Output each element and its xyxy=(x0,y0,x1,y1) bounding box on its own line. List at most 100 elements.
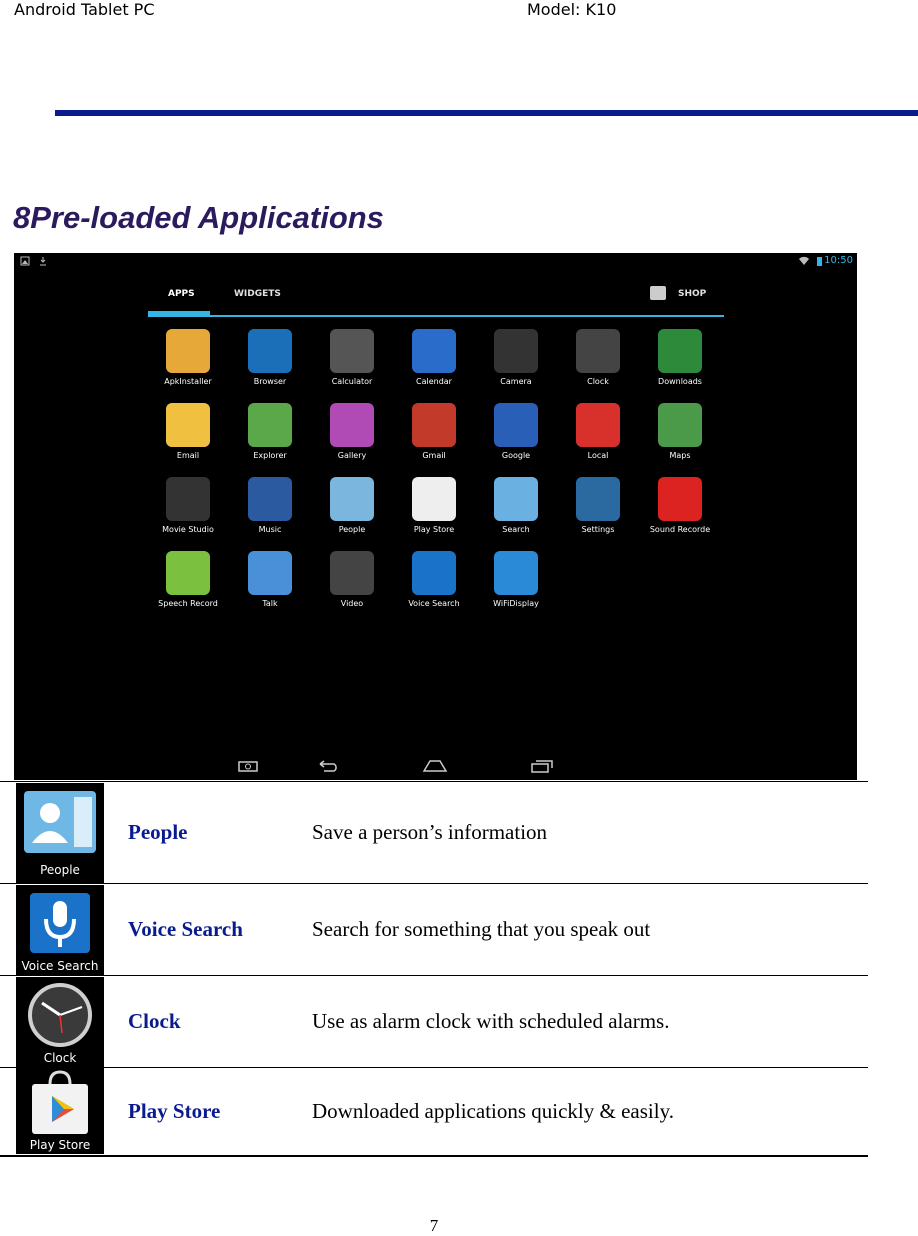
app-email[interactable]: Email xyxy=(148,403,228,460)
app-label: Sound Recorde xyxy=(649,525,711,534)
explorer-icon xyxy=(248,403,292,447)
app-gmail[interactable]: Gmail xyxy=(394,403,474,460)
app-label: Music xyxy=(258,525,282,534)
app-music[interactable]: Music xyxy=(230,477,310,534)
app-label: Camera xyxy=(500,377,532,386)
app-label: WiFiDisplay xyxy=(493,599,539,608)
app-people[interactable]: People xyxy=(312,477,392,534)
app-label: Maps xyxy=(669,451,691,460)
camera-icon xyxy=(494,329,538,373)
recent-apps-icon[interactable] xyxy=(530,759,554,773)
video-icon xyxy=(330,551,374,595)
picture-notification-icon xyxy=(20,256,30,266)
wifi-icon xyxy=(799,256,809,265)
table-row: People People Save a person’s informatio… xyxy=(0,781,868,884)
app-label: ApkInstaller xyxy=(164,377,212,386)
status-bar: 10:50 xyxy=(14,253,857,271)
app-play-store[interactable]: Play Store xyxy=(394,477,474,534)
app-video[interactable]: Video xyxy=(312,551,392,608)
app-description: Downloaded applications quickly & easily… xyxy=(312,1067,868,1157)
app-label: Downloads xyxy=(658,377,702,386)
app-local[interactable]: Local xyxy=(558,403,638,460)
talk-icon xyxy=(248,551,292,595)
people-icon xyxy=(330,477,374,521)
play-store-app-icon: Play Store xyxy=(16,1068,104,1155)
app-sound-recorde[interactable]: Sound Recorde xyxy=(640,477,720,534)
app-wifidisplay[interactable]: WiFiDisplay xyxy=(476,551,556,608)
app-label: Gallery xyxy=(337,451,367,460)
screenshot-icon[interactable] xyxy=(238,759,264,773)
app-movie-studio[interactable]: Movie Studio xyxy=(148,477,228,534)
local-icon xyxy=(576,403,620,447)
app-apkinstaller[interactable]: ApkInstaller xyxy=(148,329,228,386)
app-google[interactable]: Google xyxy=(476,403,556,460)
app-clock[interactable]: Clock xyxy=(558,329,638,386)
gallery-icon xyxy=(330,403,374,447)
download-notification-icon xyxy=(40,257,46,266)
app-name-play-store: Play Store xyxy=(104,1067,312,1157)
movie-studio-icon xyxy=(166,477,210,521)
app-downloads[interactable]: Downloads xyxy=(640,329,720,386)
app-browser[interactable]: Browser xyxy=(230,329,310,386)
app-maps[interactable]: Maps xyxy=(640,403,720,460)
header-product: Android Tablet PC xyxy=(14,0,155,19)
people-app-icon: People xyxy=(16,782,104,883)
app-description: Save a person’s information xyxy=(312,781,868,884)
google-icon xyxy=(494,403,538,447)
app-label: Calculator xyxy=(331,377,373,386)
active-tab-indicator xyxy=(148,311,210,315)
shop-bag-icon[interactable] xyxy=(650,286,666,300)
status-clock: 10:50 xyxy=(824,255,853,266)
microphone-icon xyxy=(30,892,90,953)
apkinstaller-icon xyxy=(166,329,210,373)
app-explorer[interactable]: Explorer xyxy=(230,403,310,460)
app-talk[interactable]: Talk xyxy=(230,551,310,608)
app-label: Calendar xyxy=(416,377,452,386)
gmail-icon xyxy=(412,403,456,447)
voice-search-app-icon: Voice Search xyxy=(16,884,104,975)
email-icon xyxy=(166,403,210,447)
calendar-icon xyxy=(412,329,456,373)
music-icon xyxy=(248,477,292,521)
app-label: Voice Search xyxy=(408,599,460,608)
clock-icon xyxy=(576,329,620,373)
sound-recorde-icon xyxy=(658,477,702,521)
clock-app-icon: Clock xyxy=(16,976,104,1067)
app-description: Use as alarm clock with scheduled alarms… xyxy=(312,975,868,1068)
page-number: 7 xyxy=(429,1216,439,1235)
drawer-tabs: APPS WIDGETS SHOP xyxy=(148,283,724,317)
tab-apps[interactable]: APPS xyxy=(168,289,195,299)
tab-shop[interactable]: SHOP xyxy=(678,289,706,299)
app-label: Browser xyxy=(253,377,287,386)
shopping-bag-icon xyxy=(32,1070,88,1135)
wifidisplay-icon xyxy=(494,551,538,595)
app-voice-search[interactable]: Voice Search xyxy=(394,551,474,608)
clock-icon xyxy=(28,982,92,1047)
app-gallery[interactable]: Gallery xyxy=(312,403,392,460)
maps-icon xyxy=(658,403,702,447)
nav-bar xyxy=(14,753,857,780)
play-store-icon xyxy=(412,477,456,521)
app-label: Local xyxy=(587,451,609,460)
table-row: Play Store Play Store Downloaded applica… xyxy=(0,1067,868,1157)
speech-record-icon xyxy=(166,551,210,595)
app-label: Talk xyxy=(262,599,278,608)
app-label: Video xyxy=(340,599,364,608)
app-speech-record[interactable]: Speech Record xyxy=(148,551,228,608)
battery-icon xyxy=(817,257,822,266)
search-icon xyxy=(494,477,538,521)
tab-widgets[interactable]: WIDGETS xyxy=(234,289,281,299)
app-label: Google xyxy=(501,451,531,460)
app-calendar[interactable]: Calendar xyxy=(394,329,474,386)
app-settings[interactable]: Settings xyxy=(558,477,638,534)
applications-table: People People Save a person’s informatio… xyxy=(0,781,868,1157)
home-icon[interactable] xyxy=(422,759,448,773)
browser-icon xyxy=(248,329,292,373)
app-camera[interactable]: Camera xyxy=(476,329,556,386)
app-label: Explorer xyxy=(253,451,287,460)
back-icon[interactable] xyxy=(316,759,340,773)
app-search[interactable]: Search xyxy=(476,477,556,534)
app-label: Settings xyxy=(581,525,615,534)
app-calculator[interactable]: Calculator xyxy=(312,329,392,386)
app-label: People xyxy=(338,525,366,534)
